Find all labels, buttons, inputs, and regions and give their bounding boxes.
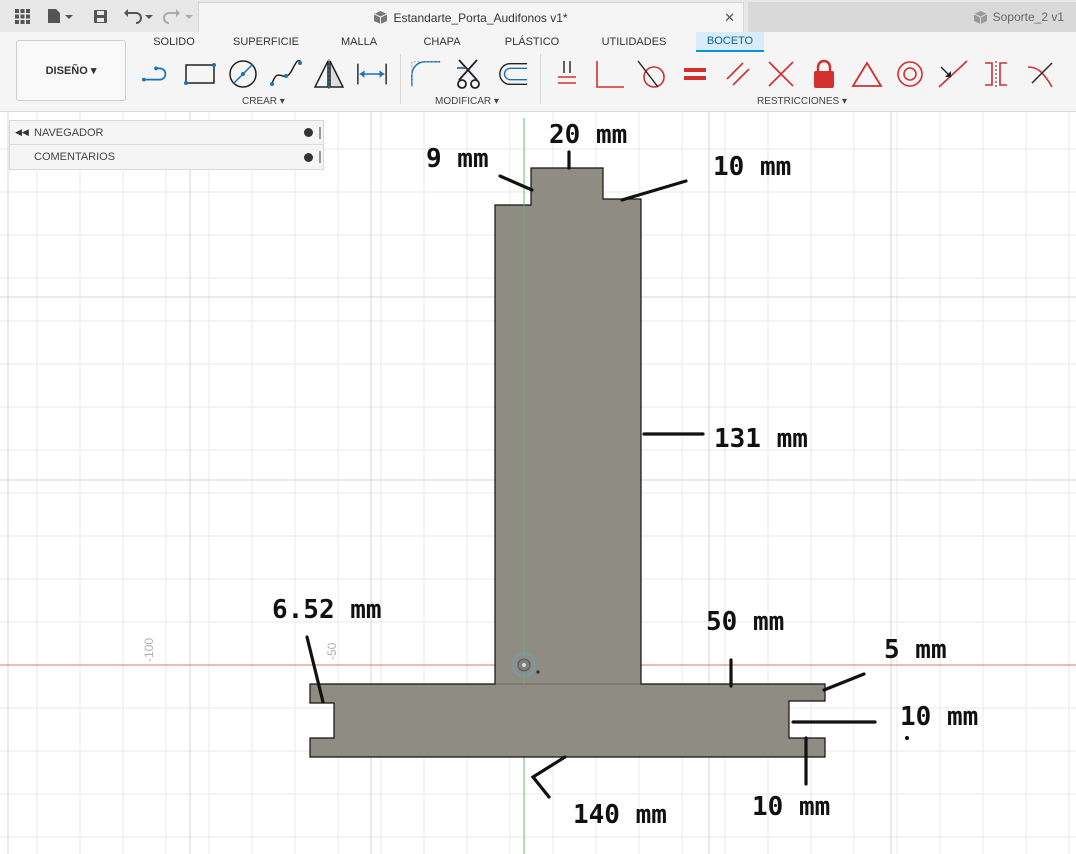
annotation-stem-height: 131 mm [714,424,808,454]
browser-row-navigator[interactable]: ◀◀ NAVEGADOR [10,121,323,145]
browser-row-label: NAVEGADOR [34,126,104,139]
annotation-right-step: 10 mm [713,152,792,182]
sketch-canvas[interactable]: -100 -50 ◀◀ NAVEGADOR COMENTARIOS 20 mm … [0,112,1076,854]
fusion-app-window: Estandarte_Porta_Audifonos v1* ✕ Soporte… [0,0,1076,854]
sketch-dimension-tool-icon[interactable] [356,58,388,90]
annotation-notch-depth: 10 mm [900,702,979,732]
panel-grip-icon[interactable] [319,151,321,163]
fix-lock-constraint-icon[interactable] [808,58,840,90]
panel-grip-icon[interactable] [319,126,321,139]
document-tab-inactive[interactable]: Soporte_2 v1 [748,2,1076,32]
annotation-notch-top: 5 mm [884,635,947,665]
circle-tool-icon[interactable] [227,58,259,90]
midpoint-constraint-icon[interactable] [851,58,883,90]
sketch-profile[interactable] [309,167,826,758]
toolbar-separator [540,54,541,104]
title-bar: Estandarte_Porta_Audifonos v1* ✕ Soporte… [0,0,1076,32]
horizontal-vertical-constraint-icon[interactable] [551,58,583,90]
component-cube-icon [374,11,388,24]
tab-utilidades[interactable]: UTILIDADES [598,32,670,52]
workspace-switcher-button[interactable]: DISEÑO ▾ [16,40,126,101]
tangent-constraint-icon[interactable] [636,58,668,90]
annotation-left-step: 9 mm [426,144,489,174]
toolbar-separator [400,54,401,104]
perpendicular-constraint-icon[interactable] [765,58,797,90]
browser-row-label: COMENTARIOS [34,151,116,163]
curvature-constraint-icon[interactable] [1025,58,1057,90]
collinear-constraint-icon[interactable] [937,58,969,90]
offset-tool-icon[interactable] [497,58,529,90]
document-tab-active[interactable]: Estandarte_Porta_Audifonos v1* ✕ [198,2,744,32]
plus-circle-icon[interactable] [304,128,313,137]
group-label-constraints[interactable]: RESTRICCIONES ▾ [757,96,847,107]
annotation-base-width: 140 mm [573,800,667,830]
spline-tool-icon[interactable] [270,58,302,90]
annotation-base-right: 50 mm [706,607,785,637]
app-grid-icon[interactable] [12,6,32,26]
equal-constraint-icon[interactable] [679,58,711,90]
mirror-tool-icon[interactable] [313,58,345,90]
group-label-create[interactable]: CREAR ▾ [242,96,285,107]
parallel-constraint-icon[interactable] [722,58,754,90]
file-menu-icon[interactable] [44,6,76,26]
coincident-constraint-icon[interactable] [594,58,626,90]
tab-boceto[interactable]: BOCETO [696,32,764,52]
tab-solido[interactable]: SOLIDO [150,32,198,52]
undo-icon[interactable] [122,6,154,26]
annotation-top-width: 20 mm [549,120,628,150]
concentric-constraint-icon[interactable] [894,58,926,90]
tab-malla[interactable]: MALLA [334,32,384,52]
browser-row-comments[interactable]: COMENTARIOS [10,145,323,169]
rectangle-tool-icon[interactable] [184,58,216,90]
document-tab-label: Estandarte_Porta_Audifonos v1* [393,10,568,25]
document-tab-label: Soporte_2 v1 [992,10,1064,24]
line-tool-icon[interactable] [141,58,173,90]
axis-tick-label: -100 [142,637,156,662]
group-label-modify[interactable]: MODIFICAR ▾ [435,96,499,107]
tab-superficie[interactable]: SUPERFICIE [232,32,300,52]
plus-circle-icon[interactable] [304,152,313,162]
tab-plastico[interactable]: PLÁSTICO [500,32,564,52]
redo-icon[interactable] [162,6,194,26]
close-tab-icon[interactable]: ✕ [724,10,735,26]
sketch-grid [0,112,1076,854]
tab-chapa[interactable]: CHAPA [418,32,466,52]
fillet-tool-icon[interactable] [410,58,442,90]
browser-panel: ◀◀ NAVEGADOR COMENTARIOS [9,120,324,170]
symmetry-constraint-icon[interactable] [980,58,1012,90]
component-cube-icon [973,10,987,24]
collapse-arrows-icon[interactable]: ◀◀ [15,127,29,138]
annotation-left-notch: 6.52 mm [272,595,382,625]
save-icon[interactable] [90,6,110,26]
axis-tick-label: -50 [325,642,339,660]
annotation-notch-height: 10 mm [752,792,831,822]
trim-tool-icon[interactable] [455,58,487,90]
toolbar: DISEÑO ▾ SOLIDO SUPERFICIE MALLA CHAPA P… [0,32,1076,112]
